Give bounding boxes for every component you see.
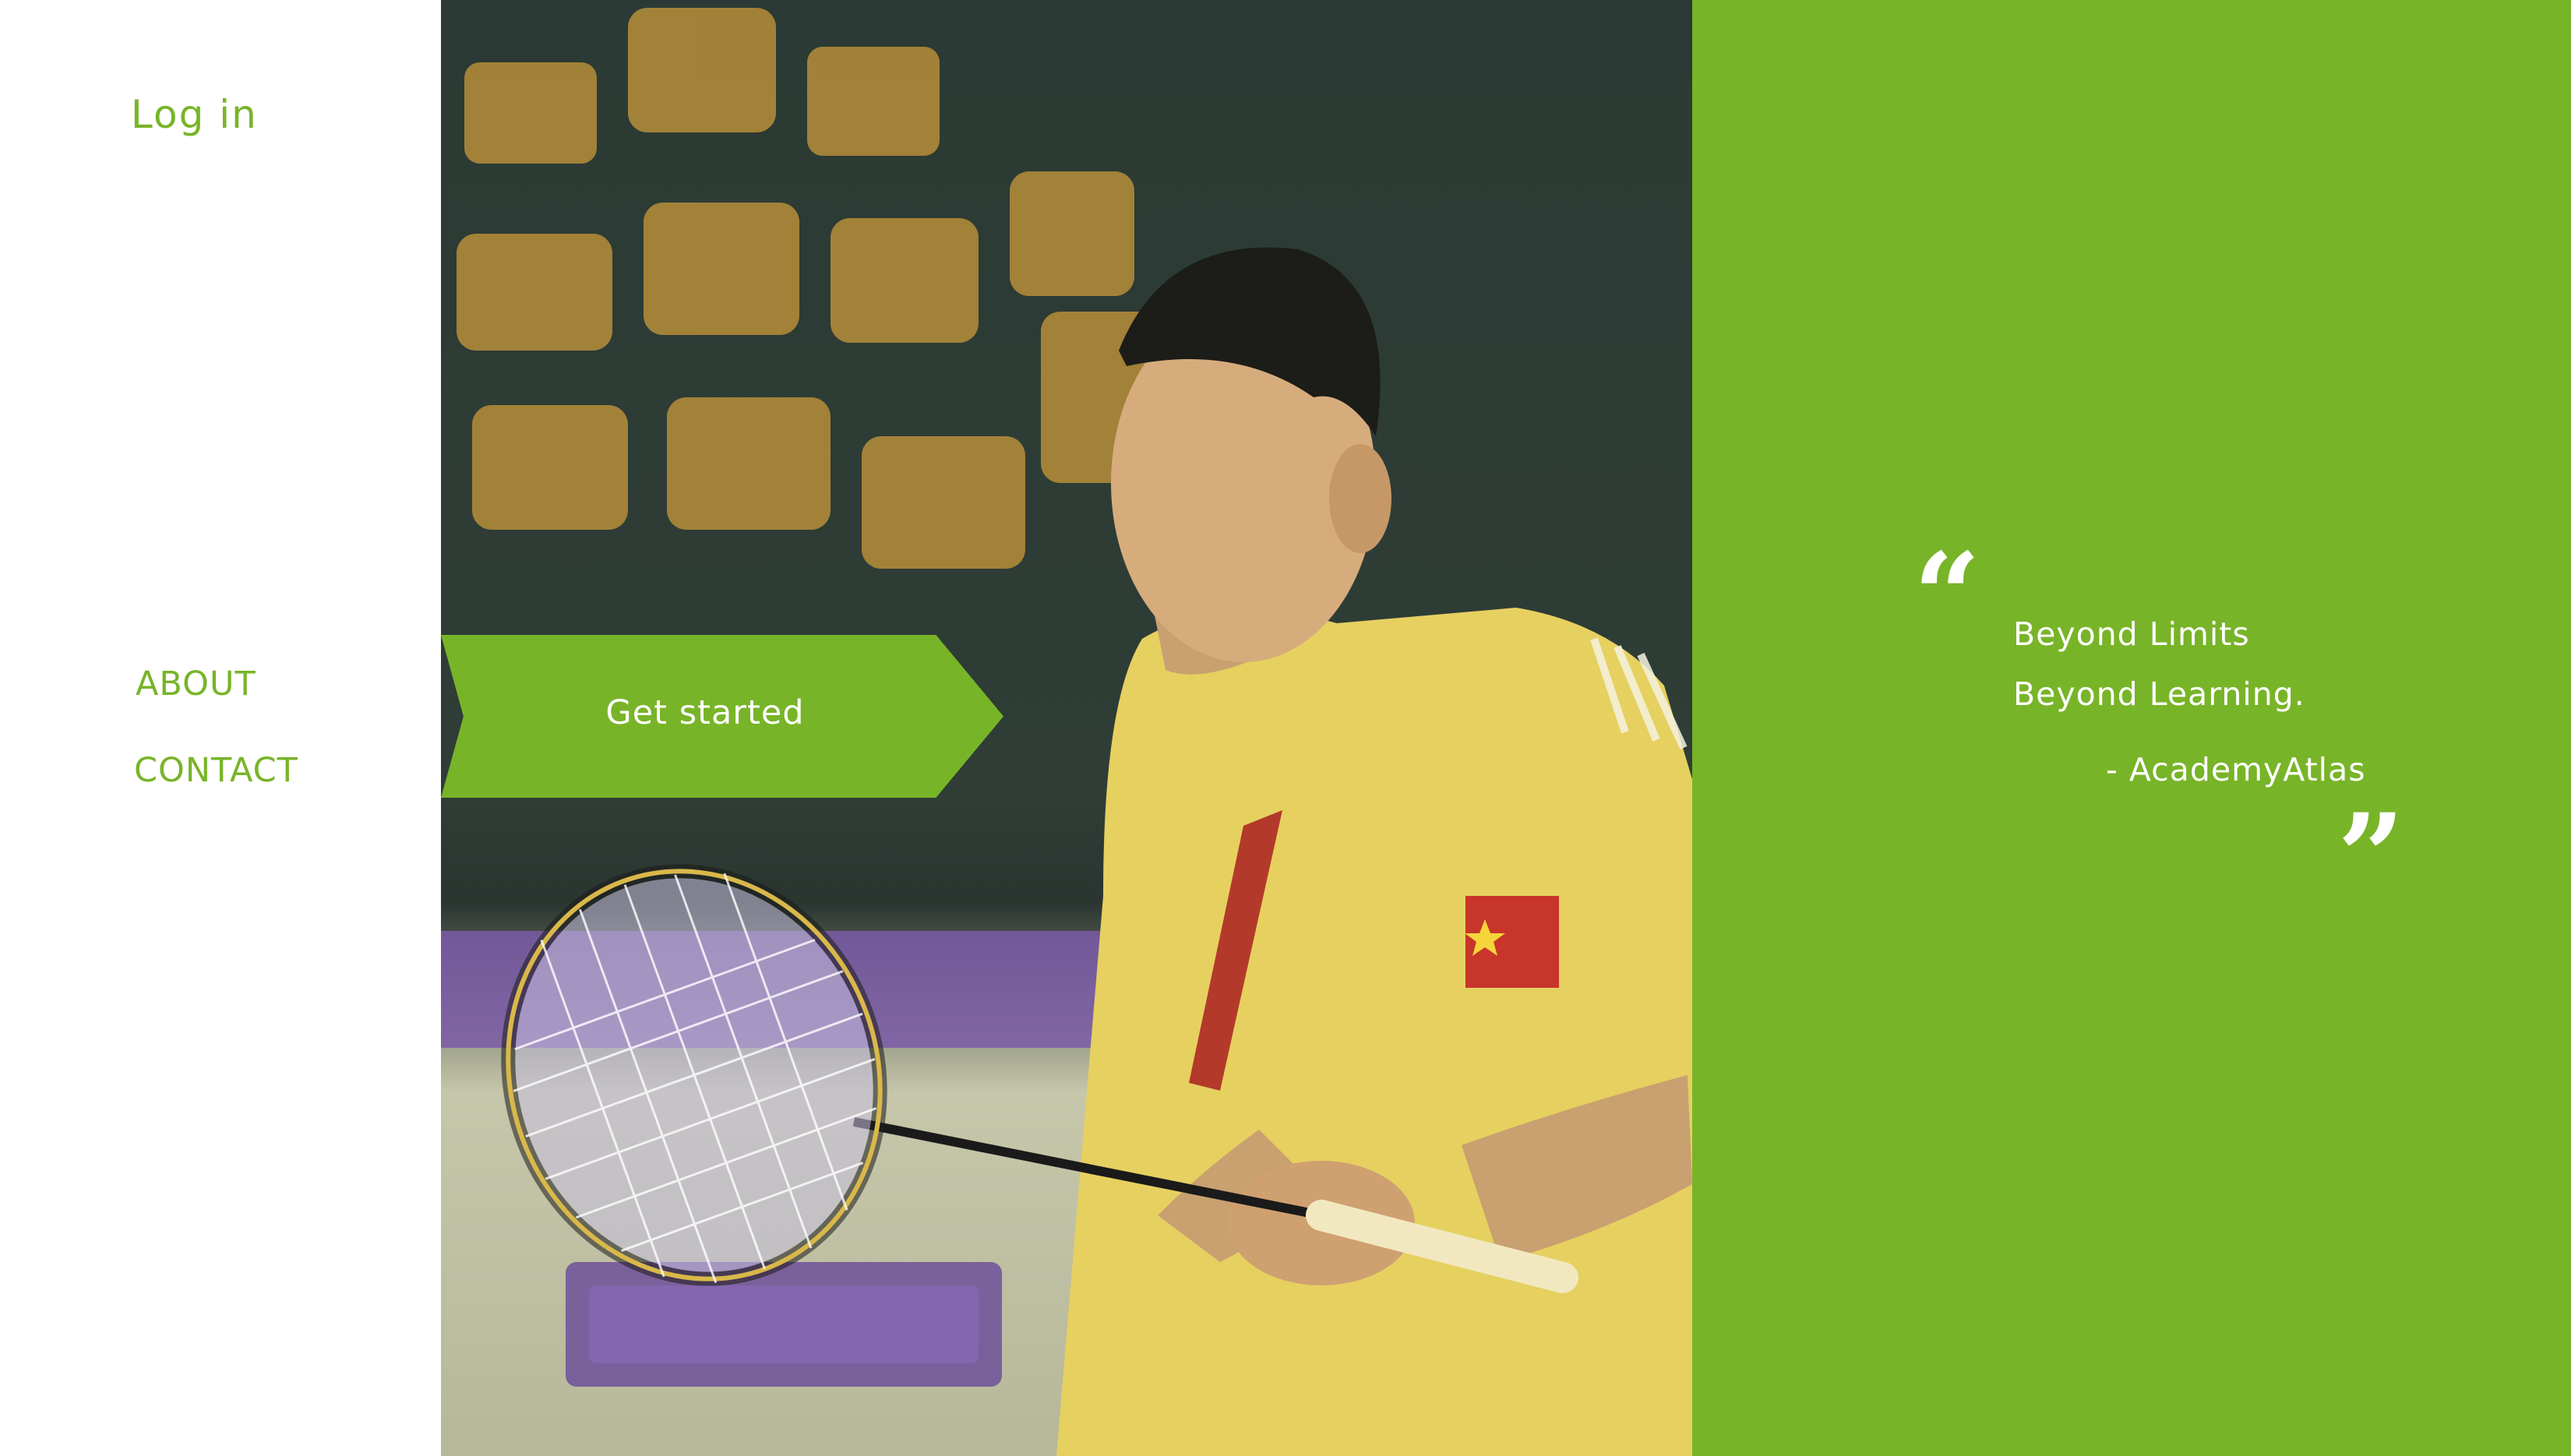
- quote-author: - AcademyAtlas: [2106, 751, 2366, 788]
- close-quote-icon: ”: [2337, 788, 2405, 925]
- quote-line-2: Beyond Learning.: [2013, 675, 2305, 713]
- open-quote-icon: “: [1913, 527, 1981, 665]
- nav-about-link[interactable]: ABOUT: [136, 665, 256, 703]
- get-started-button[interactable]: [441, 635, 1003, 798]
- quote-panel: [1692, 0, 2571, 1456]
- quote-line-1: Beyond Limits: [2013, 615, 2250, 653]
- landing-page: Log in ABOUT CONTACT Get started “ Beyon…: [0, 0, 2571, 1456]
- login-link[interactable]: Log in: [131, 92, 258, 137]
- left-sidebar: Log in ABOUT CONTACT: [0, 0, 441, 1456]
- nav-contact-link[interactable]: CONTACT: [134, 751, 298, 790]
